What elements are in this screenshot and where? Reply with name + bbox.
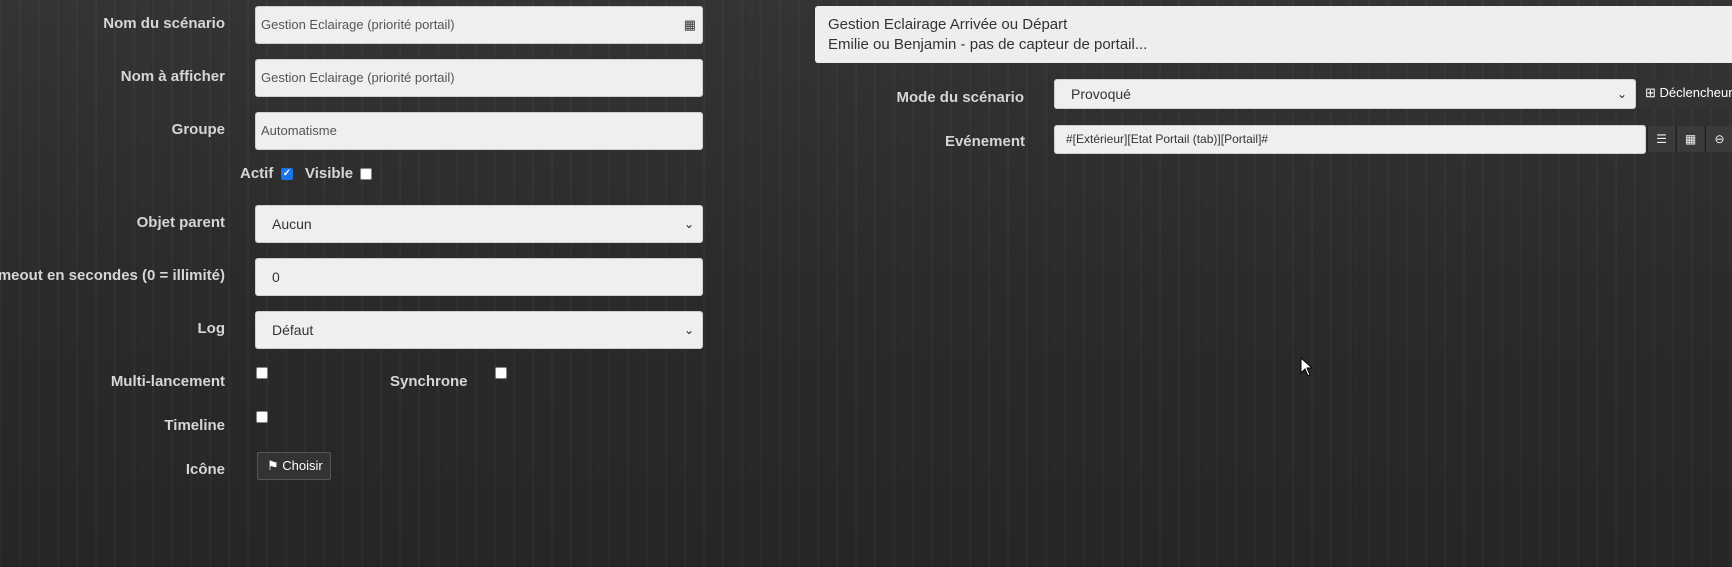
- visible-checkbox[interactable]: [360, 168, 372, 180]
- scenario-name-input[interactable]: Gestion Eclairage (priorité portail) ▦: [255, 6, 703, 44]
- add-trigger-label: Déclencheur: [1659, 85, 1732, 100]
- chevron-down-icon: ⌄: [1616, 87, 1627, 101]
- scenario-mode-value: Provoqué: [1071, 86, 1131, 102]
- group-input[interactable]: Automatisme: [255, 112, 703, 150]
- calculator-icon[interactable]: ▦: [1676, 126, 1704, 152]
- scenario-name-value: Gestion Eclairage (priorité portail): [261, 17, 455, 32]
- group-label: Groupe: [171, 121, 225, 138]
- plus-square-icon: ⊞: [1645, 85, 1656, 100]
- scenario-name-label: Nom du scénario: [103, 15, 225, 32]
- remove-icon[interactable]: ⊖: [1705, 126, 1732, 152]
- timeout-label: Timeout en secondes (0 = illimité): [0, 267, 225, 284]
- active-label: Actif: [240, 165, 274, 182]
- parent-object-select[interactable]: Aucun ⌄: [255, 205, 703, 243]
- active-checkbox[interactable]: ✓: [281, 168, 293, 180]
- synchronous-label: Synchrone: [390, 373, 468, 390]
- icon-label: Icône: [185, 461, 225, 478]
- timeout-input[interactable]: 0: [255, 258, 703, 296]
- display-name-label: Nom à afficher: [120, 68, 225, 85]
- flag-icon: ⚑: [267, 458, 279, 473]
- event-label: Evénement: [944, 133, 1025, 150]
- multi-launch-label: Multi-lancement: [110, 373, 225, 390]
- choose-icon-button[interactable]: ⚑ Choisir: [257, 452, 331, 480]
- list-icon[interactable]: ☰: [1647, 126, 1675, 152]
- log-select[interactable]: Défaut ⌄: [255, 311, 703, 349]
- scenario-mode-select[interactable]: Provoqué ⌄: [1054, 79, 1636, 109]
- id-card-icon[interactable]: ▦: [684, 7, 696, 43]
- event-input[interactable]: #[Extérieur][Etat Portail (tab)][Portail…: [1054, 125, 1646, 154]
- description-line-2: Emilie ou Benjamin - pas de capteur de p…: [828, 36, 1148, 53]
- multi-launch-checkbox[interactable]: [256, 367, 268, 379]
- parent-object-label: Objet parent: [136, 214, 225, 231]
- log-label: Log: [197, 320, 226, 337]
- chevron-down-icon: ⌄: [683, 217, 694, 231]
- display-name-input[interactable]: Gestion Eclairage (priorité portail): [255, 59, 703, 97]
- scenario-description[interactable]: Gestion Eclairage Arrivée ou Départ Emil…: [815, 6, 1732, 63]
- scenario-mode-label: Mode du scénario: [896, 89, 1024, 106]
- mouse-cursor-icon: [1300, 356, 1314, 382]
- chevron-down-icon: ⌄: [683, 323, 694, 337]
- choose-icon-label: Choisir: [282, 458, 323, 473]
- parent-object-value: Aucun: [272, 216, 312, 232]
- visible-label: Visible: [305, 165, 354, 182]
- timeline-label: Timeline: [164, 417, 225, 434]
- add-trigger-button[interactable]: ⊞ Déclencheur: [1640, 80, 1732, 108]
- description-line-1: Gestion Eclairage Arrivée ou Départ: [828, 16, 1068, 33]
- timeline-checkbox[interactable]: [256, 411, 268, 423]
- log-value: Défaut: [272, 322, 314, 338]
- synchronous-checkbox[interactable]: [495, 367, 507, 379]
